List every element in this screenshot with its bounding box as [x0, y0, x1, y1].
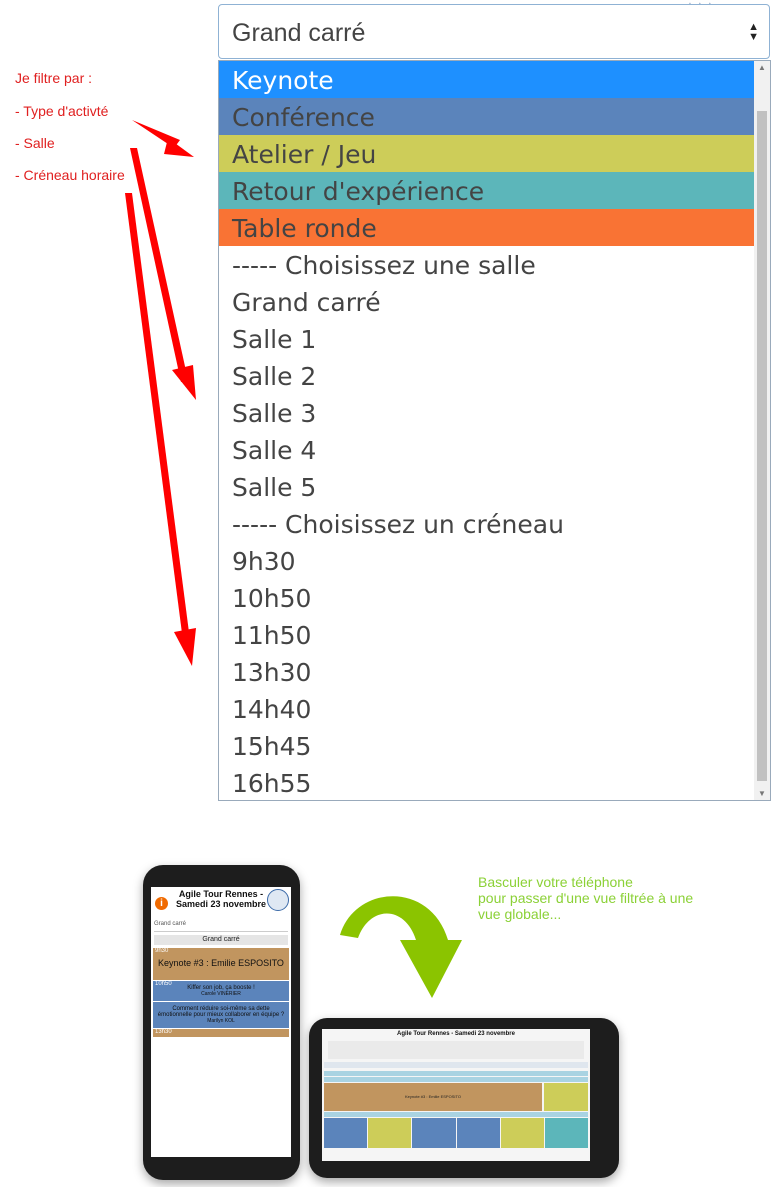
pp-session-card: 13h30	[153, 1029, 289, 1037]
pp-session-card: 9h30 Keynote #3 : Emilie ESPOSITO	[153, 948, 289, 980]
pl-break-row	[324, 1112, 588, 1117]
filter-note-room: - Salle	[15, 135, 55, 151]
select-option[interactable]: Table ronde	[219, 209, 755, 246]
scroll-up-icon[interactable]: ▲	[758, 63, 766, 72]
select-current-value: Grand carré	[232, 19, 366, 47]
rotate-hint: Basculer votre téléphone pour passer d'u…	[478, 874, 718, 922]
pl-filters	[328, 1041, 584, 1059]
select-option[interactable]: 11h50	[219, 616, 755, 653]
pp-session-card: Comment réduire soi-même sa dette émotio…	[153, 1002, 289, 1028]
pp-card-speaker: Carole VINERIER	[201, 991, 241, 997]
logo-icon	[267, 889, 289, 911]
select-option[interactable]: Atelier / Jeu	[219, 135, 755, 172]
pp-title: Agile Tour Rennes - Samedi 23 novembre	[175, 889, 267, 909]
select-option[interactable]: 14h40	[219, 690, 755, 727]
info-icon: i	[155, 897, 168, 910]
hint-line: vue globale...	[478, 906, 562, 922]
arrow-to-activity-types	[132, 120, 194, 157]
filter-note-activity-type: - Type d'activté	[15, 103, 109, 119]
filter-dropdown-list[interactable]: Keynote Conférence Atelier / Jeu Retour d'e…	[218, 60, 771, 801]
select-option[interactable]: Keynote	[219, 61, 755, 98]
pl-session	[412, 1118, 456, 1148]
select-option[interactable]: Salle 1	[219, 320, 755, 357]
pp-cards: 9h30 Keynote #3 : Emilie ESPOSITO 10h50 Kif…	[151, 948, 291, 1037]
select-option[interactable]: 15h45	[219, 727, 755, 764]
pl-session	[456, 1118, 500, 1148]
pp-card-time: 10h50	[155, 981, 172, 987]
pl-sessions-row	[324, 1118, 589, 1148]
pp-card-speaker: Marilyn KOL	[207, 1018, 235, 1024]
pl-session	[544, 1118, 589, 1148]
filter-note-title: Je filtre par :	[15, 70, 93, 86]
pp-card-time: 9h30	[155, 948, 169, 954]
pp-select: Grand carré	[154, 921, 288, 932]
pl-room-row	[324, 1062, 588, 1068]
rotate-arrow-icon	[340, 896, 462, 998]
select-caret-icon: ▲ ▼	[748, 21, 759, 43]
phone-landscape-illustration: Agile Tour Rennes - Samedi 23 novembre K…	[309, 1018, 619, 1178]
pl-session	[500, 1118, 544, 1148]
scroll-thumb[interactable]	[757, 111, 767, 781]
pp-session-card: 10h50 Kiffer son job, ça booste ! Carole V…	[153, 981, 289, 1001]
phone-landscape-screen: Agile Tour Rennes - Samedi 23 novembre K…	[322, 1029, 590, 1161]
select-option[interactable]: ----- Choisissez une salle	[219, 246, 755, 283]
select-option[interactable]: 9h30	[219, 542, 755, 579]
scroll-down-icon[interactable]: ▼	[758, 789, 766, 798]
pl-side-card	[544, 1083, 588, 1111]
pp-card-time: 13h30	[155, 1029, 172, 1035]
hint-line: Basculer votre téléphone	[478, 874, 633, 890]
select-option[interactable]: Salle 3	[219, 394, 755, 431]
phone-portrait-illustration: i Agile Tour Rennes - Samedi 23 novembre…	[143, 865, 300, 1180]
pp-room: Grand carré	[154, 935, 288, 945]
filter-note-time-slot: - Créneau horaire	[15, 167, 125, 183]
pl-break-row	[324, 1077, 588, 1082]
pl-title: Agile Tour Rennes - Samedi 23 novembre	[397, 1031, 515, 1037]
dropdown-scrollbar[interactable]: ▲ ▼	[754, 61, 770, 800]
select-option[interactable]: 13h30	[219, 653, 755, 690]
select-option[interactable]: Salle 5	[219, 468, 755, 505]
select-option[interactable]: Salle 4	[219, 431, 755, 468]
select-option[interactable]: Salle 2	[219, 357, 755, 394]
pl-session	[368, 1118, 412, 1148]
pp-card-title: Comment réduire soi-même sa dette émotio…	[157, 1006, 285, 1018]
options-list: Keynote Conférence Atelier / Jeu Retour d'e…	[219, 61, 755, 800]
pp-card-title: Keynote #3 : Emilie ESPOSITO	[158, 958, 284, 968]
pl-keynote: Keynote #3 : Emilie ESPOSITO	[324, 1083, 542, 1111]
pp-header: i Agile Tour Rennes - Samedi 23 novembre	[151, 887, 291, 919]
pl-session	[324, 1118, 368, 1148]
select-option[interactable]: 10h50	[219, 579, 755, 616]
select-option[interactable]: Conférence	[219, 98, 755, 135]
select-option[interactable]: 16h55	[219, 764, 755, 800]
phone-portrait-screen: i Agile Tour Rennes - Samedi 23 novembre…	[151, 887, 291, 1157]
hint-line: pour passer d'une vue filtrée à une	[478, 890, 694, 906]
select-option[interactable]: Retour d'expérience	[219, 172, 755, 209]
pl-keynote-row: Keynote #3 : Emilie ESPOSITO	[324, 1083, 588, 1111]
select-option[interactable]: Grand carré	[219, 283, 755, 320]
filter-select[interactable]: Grand carré ▲ ▼	[218, 4, 770, 59]
pl-break-row	[324, 1071, 588, 1076]
select-option[interactable]: ----- Choisissez un créneau	[219, 505, 755, 542]
